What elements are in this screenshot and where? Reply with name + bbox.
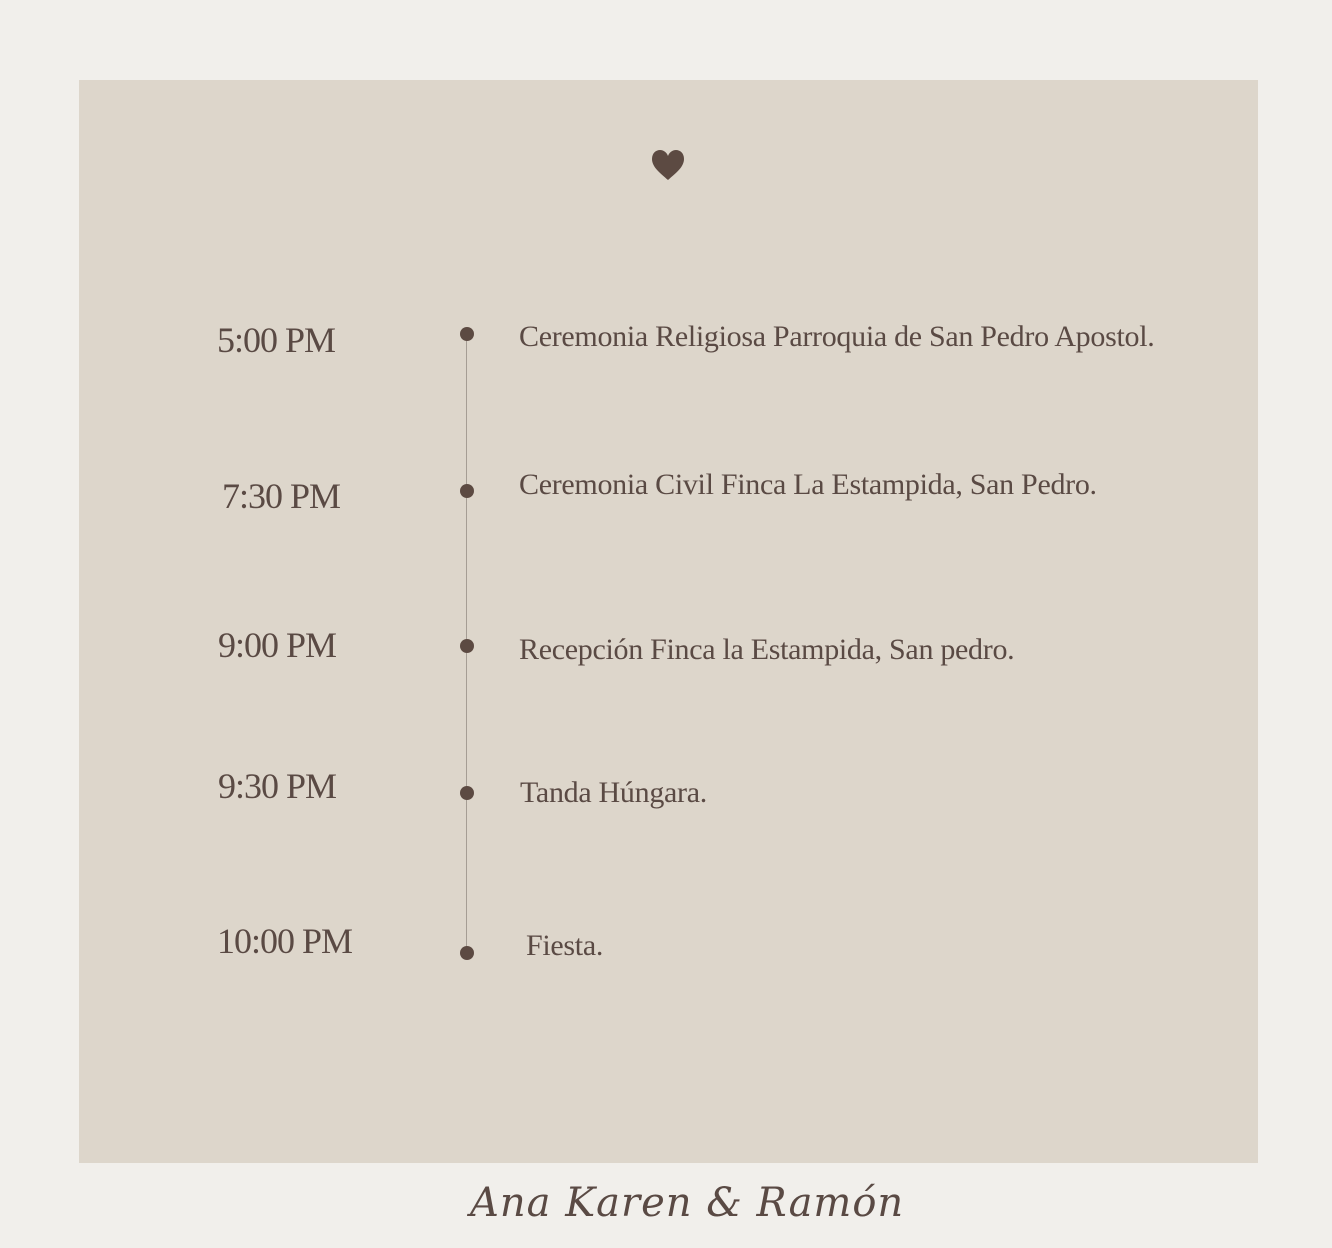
event-time-1: 5:00 PM	[217, 320, 336, 360]
event-time-4: 9:30 PM	[218, 766, 337, 806]
timeline-dot-5	[460, 946, 474, 960]
schedule-card	[79, 80, 1258, 1163]
couple-signature: Ana Karen & Ramón	[470, 1180, 905, 1226]
event-description-3: Recepción Finca la Estampida, San pedro.	[519, 633, 1015, 666]
event-description-2: Ceremonia Civil Finca La Estampida, San …	[519, 468, 1097, 501]
event-time-3: 9:00 PM	[218, 625, 337, 665]
event-description-5: Fiesta.	[526, 929, 604, 962]
event-time-2: 7:30 PM	[222, 476, 341, 516]
event-time-5: 10:00 PM	[217, 921, 353, 961]
timeline-dot-2	[460, 484, 474, 498]
timeline-dot-1	[460, 327, 474, 341]
timeline-dot-3	[460, 639, 474, 653]
event-description-1: Ceremonia Religiosa Parroquia de San Ped…	[519, 320, 1155, 353]
timeline-dot-4	[460, 786, 474, 800]
heart-icon	[652, 150, 684, 180]
event-description-4: Tanda Húngara.	[520, 776, 707, 809]
